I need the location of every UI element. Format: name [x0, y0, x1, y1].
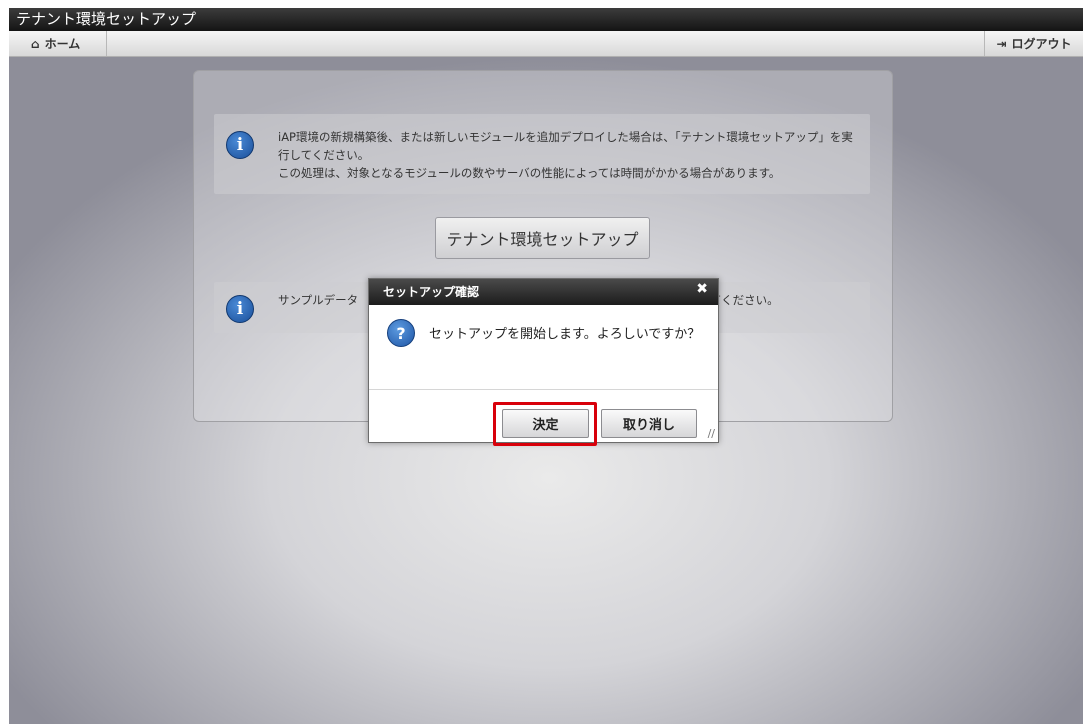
info-line-1: iAP環境の新規構築後、または新しいモジュールを追加デプロイした場合は、「テナン… [278, 130, 853, 162]
nav-bar: ⌂ ホーム ⇥ ログアウト [9, 31, 1083, 57]
home-button[interactable]: ⌂ ホーム [19, 31, 107, 56]
info-sample-right: てください。 [710, 293, 779, 307]
resize-grip-icon[interactable]: ∕∕ [703, 428, 715, 440]
info-line-2: この処理は、対象となるモジュールの数やサーバの性能によっては時間がかかる場合があ… [278, 166, 781, 180]
info-icon: i [226, 131, 254, 159]
logout-label: ログアウト [1011, 37, 1072, 51]
info-box-setup: i iAP環境の新規構築後、または新しいモジュールを追加デプロイした場合は、「テ… [214, 114, 870, 194]
info-sample-left: サンプルデータ [278, 293, 359, 307]
window-title: テナント環境セットアップ [9, 8, 1083, 31]
confirm-dialog: セットアップ確認 ✖ ? セットアップを開始します。よろしいですか？ 決定 取り… [368, 278, 719, 446]
house-icon: ⌂ [31, 36, 40, 51]
info-icon: i [226, 295, 254, 323]
ok-button[interactable]: 決定 [502, 409, 589, 438]
dialog-message: セットアップを開始します。よろしいですか？ [429, 327, 701, 342]
logout-icon: ⇥ [996, 36, 1007, 51]
tenant-setup-button[interactable]: テナント環境セットアップ [435, 217, 650, 259]
info-text-setup: iAP環境の新規構築後、または新しいモジュールを追加デプロイした場合は、「テナン… [278, 128, 863, 182]
dialog-title: セットアップ確認 [369, 279, 718, 305]
question-icon: ? [387, 319, 415, 347]
logout-button[interactable]: ⇥ ログアウト [984, 31, 1083, 56]
home-label: ホーム [44, 37, 81, 51]
cancel-button[interactable]: 取り消し [601, 409, 697, 438]
close-icon[interactable]: ✖ [696, 281, 708, 297]
